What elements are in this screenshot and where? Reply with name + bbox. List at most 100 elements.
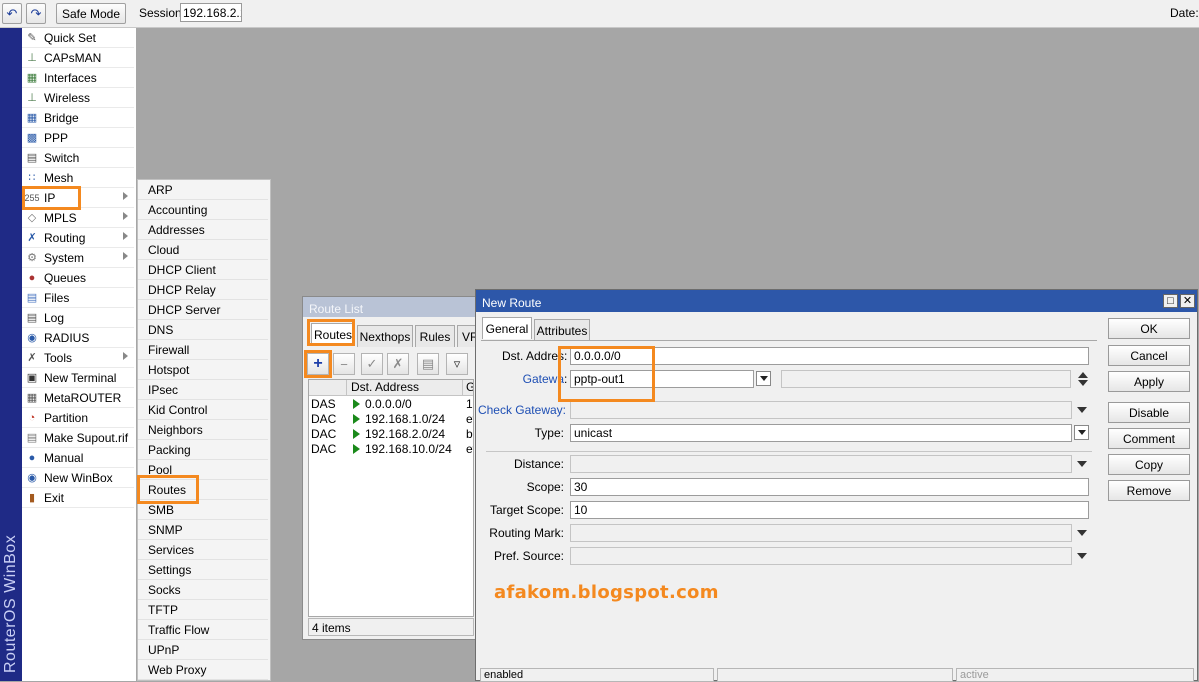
submenu-item-packing[interactable]: Packing bbox=[138, 440, 268, 460]
disable-button[interactable]: ✗ bbox=[387, 353, 409, 375]
menu-item-wireless[interactable]: ⊥ Wireless bbox=[22, 88, 134, 108]
submenu-item-kid-control[interactable]: Kid Control bbox=[138, 400, 268, 420]
submenu-item-pool[interactable]: Pool bbox=[138, 460, 268, 480]
column-header-flags[interactable] bbox=[309, 380, 347, 396]
scope-input[interactable]: 30 bbox=[570, 478, 1089, 496]
route-gateway: et bbox=[466, 412, 473, 426]
menu-item-exit[interactable]: ▮ Exit bbox=[22, 488, 134, 508]
menu-item-mesh[interactable]: ∷ Mesh bbox=[22, 168, 134, 188]
check-gateway-select[interactable] bbox=[570, 401, 1072, 419]
remove-button[interactable]: − bbox=[333, 353, 355, 375]
submenu-item-settings[interactable]: Settings bbox=[138, 560, 268, 580]
menu-item-files[interactable]: ▤ Files bbox=[22, 288, 134, 308]
menu-item-quick-set[interactable]: ✎ Quick Set bbox=[22, 28, 134, 48]
tab-nexthops[interactable]: Nexthops bbox=[357, 325, 413, 347]
menu-item-queues[interactable]: ● Queues bbox=[22, 268, 134, 288]
apply-button[interactable]: Apply bbox=[1108, 371, 1190, 392]
comment-button[interactable]: ▤ bbox=[417, 353, 439, 375]
submenu-item-routes[interactable]: Routes bbox=[138, 480, 268, 500]
menu-item-metarouter[interactable]: ▦ MetaROUTER bbox=[22, 388, 134, 408]
table-row[interactable]: DAC 192.168.10.0/24 et bbox=[309, 442, 473, 457]
submenu-item-dhcp-server[interactable]: DHCP Server bbox=[138, 300, 268, 320]
chevron-down-icon[interactable] bbox=[1077, 407, 1087, 413]
route-active-icon bbox=[353, 399, 360, 409]
table-row[interactable]: DAC 192.168.2.0/24 br bbox=[309, 427, 473, 442]
tab-routes[interactable]: Routes bbox=[311, 323, 355, 345]
submenu-item-addresses[interactable]: Addresses bbox=[138, 220, 268, 240]
ok-button[interactable]: OK bbox=[1108, 318, 1190, 339]
cancel-button[interactable]: Cancel bbox=[1108, 345, 1190, 366]
menu-item-manual[interactable]: ● Manual bbox=[22, 448, 134, 468]
bridge-icon: ▦ bbox=[26, 112, 38, 124]
undo-button[interactable]: ↶ bbox=[2, 3, 22, 24]
submenu-item-traffic-flow[interactable]: Traffic Flow bbox=[138, 620, 268, 640]
submenu-item-services[interactable]: Services bbox=[138, 540, 268, 560]
submenu-item-smb[interactable]: SMB bbox=[138, 500, 268, 520]
add-button[interactable]: + bbox=[307, 353, 329, 375]
submenu-item-socks[interactable]: Socks bbox=[138, 580, 268, 600]
close-button[interactable]: ✕ bbox=[1180, 294, 1195, 308]
gateway-input[interactable]: pptp-out1 bbox=[570, 370, 754, 388]
chevron-down-icon[interactable] bbox=[1077, 530, 1087, 536]
submenu-item-ipsec[interactable]: IPsec bbox=[138, 380, 268, 400]
menu-item-label: IP bbox=[44, 190, 56, 205]
submenu-item-accounting[interactable]: Accounting bbox=[138, 200, 268, 220]
column-header-gateway[interactable]: Ga bbox=[463, 380, 473, 396]
pref-source-select[interactable] bbox=[570, 547, 1072, 565]
submenu-item-hotspot[interactable]: Hotspot bbox=[138, 360, 268, 380]
maximize-button[interactable]: □ bbox=[1163, 294, 1178, 308]
submenu-item-arp[interactable]: ARP bbox=[138, 180, 268, 200]
menu-item-switch[interactable]: ▤ Switch bbox=[22, 148, 134, 168]
distance-input[interactable] bbox=[570, 455, 1072, 473]
chevron-down-icon[interactable] bbox=[1077, 461, 1087, 467]
menu-item-radius[interactable]: ◉ RADIUS bbox=[22, 328, 134, 348]
submenu-item-web-proxy[interactable]: Web Proxy bbox=[138, 660, 268, 680]
menu-item-routing[interactable]: ✗ Routing bbox=[22, 228, 134, 248]
redo-button[interactable]: ↷ bbox=[26, 3, 46, 24]
session-input[interactable]: 192.168.2.1 bbox=[180, 3, 242, 22]
type-dropdown-button[interactable] bbox=[1074, 425, 1089, 440]
menu-item-partition[interactable]: ◔ Partition bbox=[22, 408, 134, 428]
menu-item-bridge[interactable]: ▦ Bridge bbox=[22, 108, 134, 128]
enable-button[interactable]: ✓ bbox=[361, 353, 383, 375]
table-row[interactable]: DAS 0.0.0.0/0 19 bbox=[309, 397, 473, 412]
target-scope-input[interactable]: 10 bbox=[570, 501, 1089, 519]
dst-address-input[interactable]: 0.0.0.0/0 bbox=[570, 347, 1089, 365]
submenu-item-dns[interactable]: DNS bbox=[138, 320, 268, 340]
remove-button[interactable]: Remove bbox=[1108, 480, 1190, 501]
menu-item-system[interactable]: ⚙ System bbox=[22, 248, 134, 268]
menu-item-mpls[interactable]: ◇ MPLS bbox=[22, 208, 134, 228]
routing-mark-select[interactable] bbox=[570, 524, 1072, 542]
menu-item-new-winbox[interactable]: ◉ New WinBox bbox=[22, 468, 134, 488]
submenu-item-firewall[interactable]: Firewall bbox=[138, 340, 268, 360]
tab-rules[interactable]: Rules bbox=[415, 325, 455, 347]
menu-item-tools[interactable]: ✗ Tools bbox=[22, 348, 134, 368]
tab-attributes[interactable]: Attributes bbox=[534, 319, 590, 341]
add-remove-gateway-control[interactable] bbox=[1077, 371, 1089, 387]
menu-item-interfaces[interactable]: ▦ Interfaces bbox=[22, 68, 134, 88]
menu-item-ppp[interactable]: ▩ PPP bbox=[22, 128, 134, 148]
submenu-item-dhcp-relay[interactable]: DHCP Relay bbox=[138, 280, 268, 300]
type-select[interactable]: unicast bbox=[570, 424, 1072, 442]
chevron-down-icon[interactable] bbox=[1077, 553, 1087, 559]
submenu-item-cloud[interactable]: Cloud bbox=[138, 240, 268, 260]
menu-item-ip[interactable]: 255 IP bbox=[22, 188, 134, 208]
table-row[interactable]: DAC 192.168.1.0/24 et bbox=[309, 412, 473, 427]
menu-item-make-supout[interactable]: ▤ Make Supout.rif bbox=[22, 428, 134, 448]
submenu-item-tftp[interactable]: TFTP bbox=[138, 600, 268, 620]
gateway-dropdown-button[interactable] bbox=[756, 371, 771, 386]
submenu-item-upnp[interactable]: UPnP bbox=[138, 640, 268, 660]
tab-general[interactable]: General bbox=[482, 317, 532, 339]
safe-mode-button[interactable]: Safe Mode bbox=[56, 3, 126, 24]
menu-item-new-terminal[interactable]: ▣ New Terminal bbox=[22, 368, 134, 388]
menu-item-log[interactable]: ▤ Log bbox=[22, 308, 134, 328]
submenu-item-snmp[interactable]: SNMP bbox=[138, 520, 268, 540]
column-header-dst-address[interactable]: Dst. Address bbox=[347, 380, 463, 396]
disable-button[interactable]: Disable bbox=[1108, 402, 1190, 423]
submenu-item-dhcp-client[interactable]: DHCP Client bbox=[138, 260, 268, 280]
comment-button[interactable]: Comment bbox=[1108, 428, 1190, 449]
filter-button[interactable]: ▿ bbox=[446, 353, 468, 375]
copy-button[interactable]: Copy bbox=[1108, 454, 1190, 475]
menu-item-capsman[interactable]: ⊥ CAPsMAN bbox=[22, 48, 134, 68]
submenu-item-neighbors[interactable]: Neighbors bbox=[138, 420, 268, 440]
